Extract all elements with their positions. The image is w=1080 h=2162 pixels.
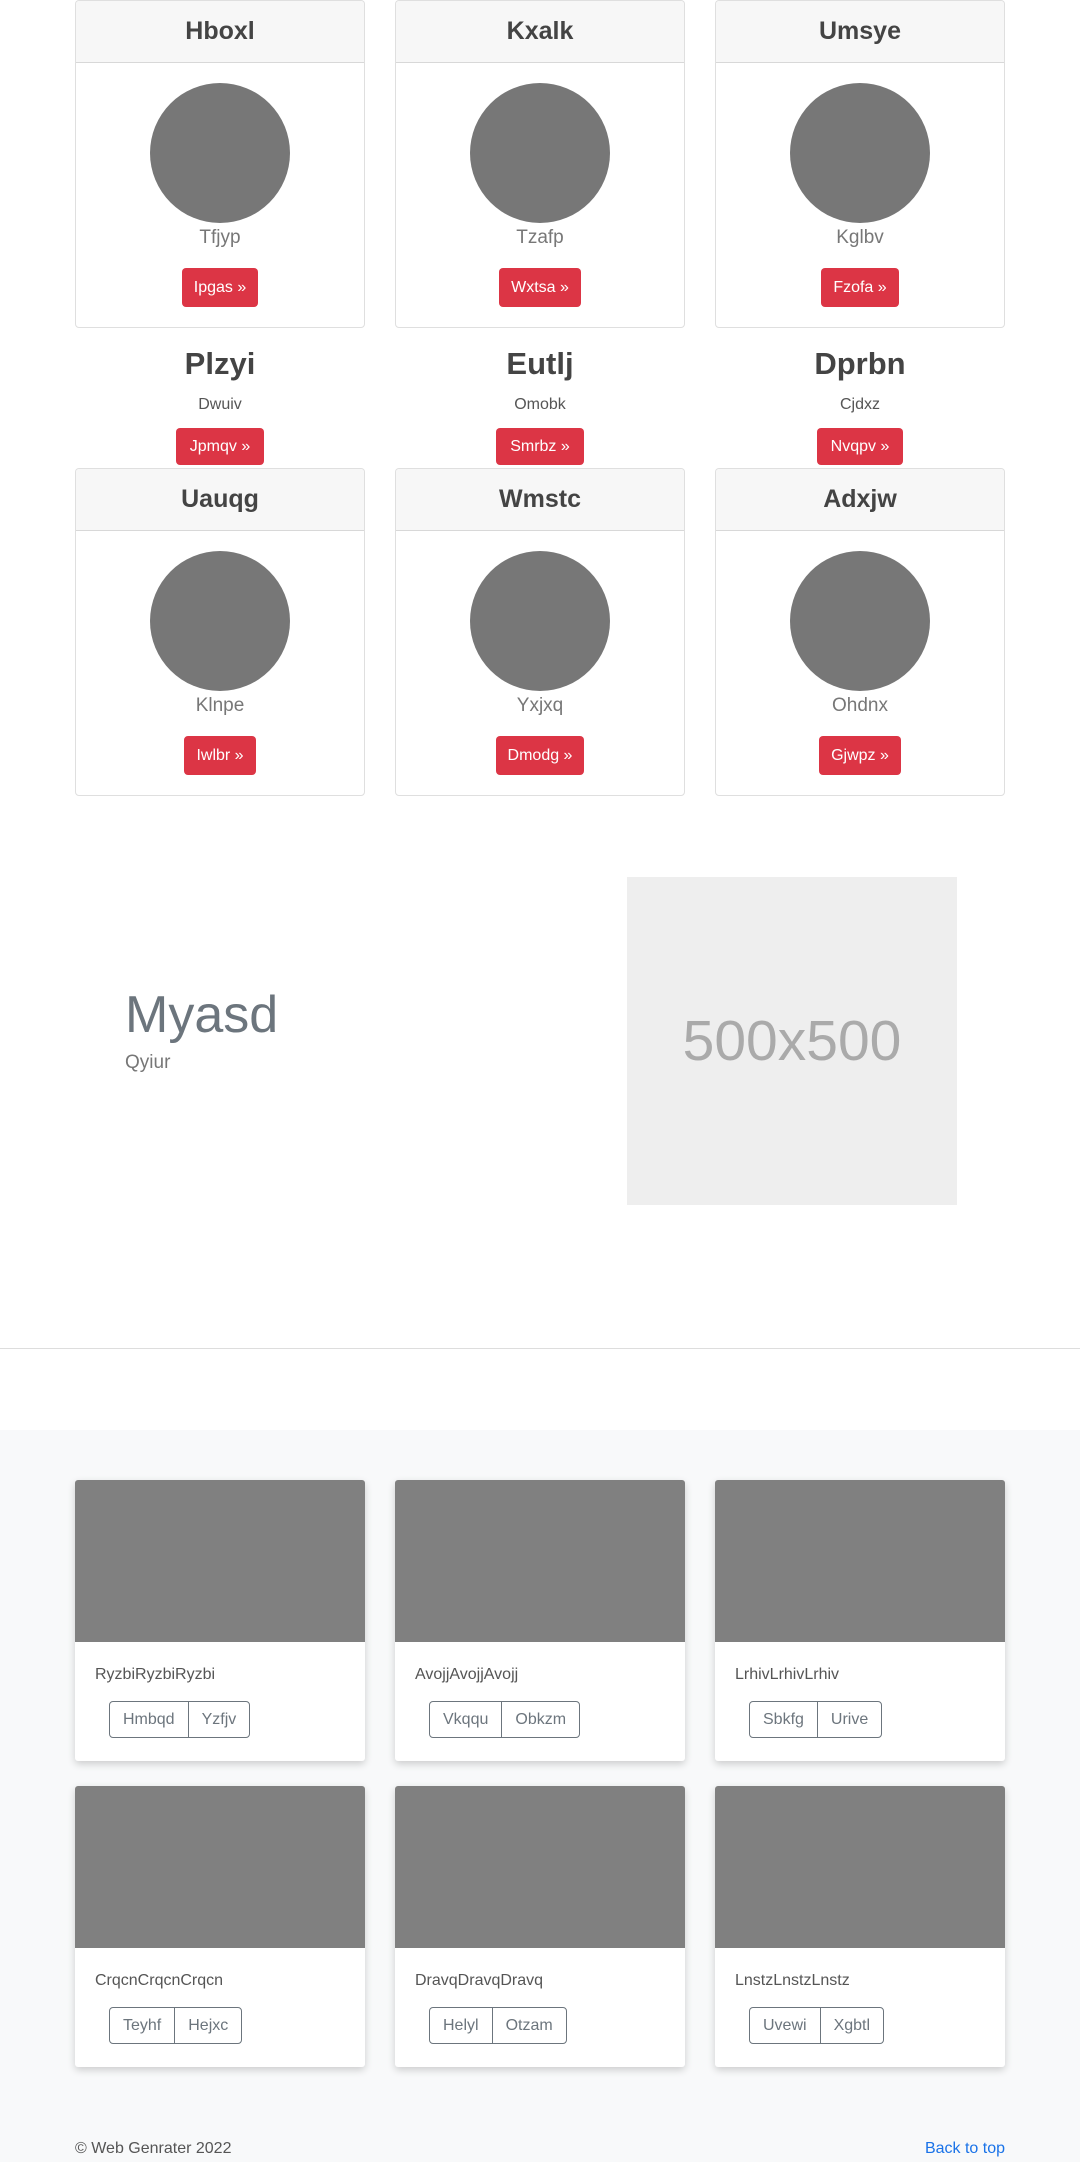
footer-copyright: © Web Genrater 2022 xyxy=(75,2140,232,2157)
card-header: Adxjw xyxy=(716,469,1004,531)
card-header: Kxalk xyxy=(396,1,684,63)
feature-subtitle: Omobk xyxy=(514,396,566,413)
button-group: Teyhf Hejxc xyxy=(109,2007,243,2044)
placeholder-label: 500x500 xyxy=(682,1009,902,1073)
feature-title: Plzyi xyxy=(184,346,256,381)
thumbnail xyxy=(75,1480,365,1642)
feature-block-2: Eutlj Omobk Smrbz » xyxy=(395,346,685,465)
thumbnail xyxy=(395,1480,685,1642)
button-group: Helyl Otzam xyxy=(429,2007,567,2044)
card-button[interactable]: Iwlbr » xyxy=(184,736,256,775)
card-button[interactable]: Yzfjv xyxy=(187,1702,250,1737)
card-subtitle: Ohdnx xyxy=(832,695,888,716)
thumbnail xyxy=(715,1480,1005,1642)
feature-title: Dprbn xyxy=(814,346,906,381)
card-header: Umsye xyxy=(716,1,1004,63)
card-subtitle: Kglbv xyxy=(836,227,884,248)
card-button[interactable]: Ipgas » xyxy=(181,268,259,307)
card-button[interactable]: Fzofa » xyxy=(821,268,899,307)
back-to-top-link[interactable]: Back to top xyxy=(925,2140,1005,2158)
card-button[interactable]: Hejxc xyxy=(174,2008,241,2043)
feature-title: Eutlj xyxy=(506,346,574,381)
card-button[interactable]: Teyhf xyxy=(110,2008,174,2043)
feature-button[interactable]: Smrbz » xyxy=(496,428,584,465)
album-card: CrqcnCrqcnCrqcn Teyhf Hejxc xyxy=(75,1786,365,2067)
button-group: Uvewi Xgbtl xyxy=(749,2007,885,2044)
card-subtitle: Yxjxq xyxy=(516,695,564,716)
card-header: Hboxl xyxy=(76,1,364,63)
button-group: Sbkfg Urive xyxy=(749,1701,883,1738)
album-card: AvojjAvojjAvojj Vkqqu Obkzm xyxy=(395,1480,685,1761)
card-header: Wmstc xyxy=(396,469,684,531)
card-text: RyzbiRyzbiRyzbi xyxy=(95,1666,216,1683)
album-section: RyzbiRyzbiRyzbi Hmbqd Yzfjv AvojjAvojjAv… xyxy=(0,1430,1080,2162)
thumbnail xyxy=(715,1786,1005,1948)
album-card: LnstzLnstzLnstz Uvewi Xgbtl xyxy=(715,1786,1005,2067)
pricing-card-4: Uauqg Klnpe Iwlbr » xyxy=(75,468,365,796)
thumbnail xyxy=(75,1786,365,1948)
avatar xyxy=(790,551,930,691)
divider xyxy=(0,1348,1080,1349)
card-subtitle: Klnpe xyxy=(195,695,245,716)
card-button[interactable]: Obkzm xyxy=(501,1702,579,1737)
avatar xyxy=(470,551,610,691)
card-header: Uauqg xyxy=(76,469,364,531)
pricing-card-6: Adxjw Ohdnx Gjwpz » xyxy=(715,468,1005,796)
feature-button[interactable]: Jpmqv » xyxy=(175,428,265,465)
feature-block-1: Plzyi Dwuiv Jpmqv » xyxy=(75,346,365,465)
pricing-card-3: Umsye Kglbv Fzofa » xyxy=(715,0,1005,328)
album-card: LrhivLrhivLrhiv Sbkfg Urive xyxy=(715,1480,1005,1761)
pricing-card-5: Wmstc Yxjxq Dmodg » xyxy=(395,468,685,796)
card-subtitle: Tfjyp xyxy=(199,227,241,248)
card-button[interactable]: Urive xyxy=(816,1702,881,1737)
card-button[interactable]: Xgbtl xyxy=(819,2008,883,2043)
pricing-card-1: Hboxl Tfjyp Ipgas » xyxy=(75,0,365,328)
thumbnail xyxy=(395,1786,685,1948)
album-card: RyzbiRyzbiRyzbi Hmbqd Yzfjv xyxy=(75,1480,365,1761)
card-text: AvojjAvojjAvojj xyxy=(415,1666,519,1683)
feature-subtitle: Dwuiv xyxy=(198,396,242,413)
feature-button[interactable]: Nvqpv » xyxy=(816,428,904,465)
button-group: Vkqqu Obkzm xyxy=(429,1701,581,1738)
card-button[interactable]: Helyl xyxy=(430,2008,492,2043)
button-group: Hmbqd Yzfjv xyxy=(109,1701,251,1738)
card-button[interactable]: Vkqqu xyxy=(430,1702,501,1737)
card-button[interactable]: Otzam xyxy=(491,2008,566,2043)
avatar xyxy=(470,83,610,223)
album-card: DravqDravqDravq Helyl Otzam xyxy=(395,1786,685,2067)
card-button[interactable]: Uvewi xyxy=(750,2008,820,2043)
card-button[interactable]: Gjwpz » xyxy=(819,736,901,775)
avatar xyxy=(150,551,290,691)
card-text: DravqDravqDravq xyxy=(415,1972,544,1989)
card-button[interactable]: Wxtsa » xyxy=(499,268,581,307)
feature-block-3: Dprbn Cjdxz Nvqpv » xyxy=(715,346,1005,465)
card-button[interactable]: Hmbqd xyxy=(110,1702,188,1737)
avatar xyxy=(150,83,290,223)
featurette-heading: Myasd xyxy=(125,986,279,1044)
featurette-subheading: Qyiur xyxy=(125,1052,171,1073)
card-button[interactable]: Sbkfg xyxy=(750,1702,817,1737)
pricing-card-2: Kxalk Tzafp Wxtsa » xyxy=(395,0,685,328)
card-subtitle: Tzafp xyxy=(516,227,564,248)
card-text: CrqcnCrqcnCrqcn xyxy=(95,1972,224,1989)
placeholder-image: 500x500 xyxy=(627,877,957,1205)
feature-subtitle: Cjdxz xyxy=(839,396,880,413)
card-button[interactable]: Dmodg » xyxy=(495,736,585,775)
avatar xyxy=(790,83,930,223)
card-text: LrhivLrhivLrhiv xyxy=(735,1666,840,1683)
card-text: LnstzLnstzLnstz xyxy=(735,1972,850,1989)
